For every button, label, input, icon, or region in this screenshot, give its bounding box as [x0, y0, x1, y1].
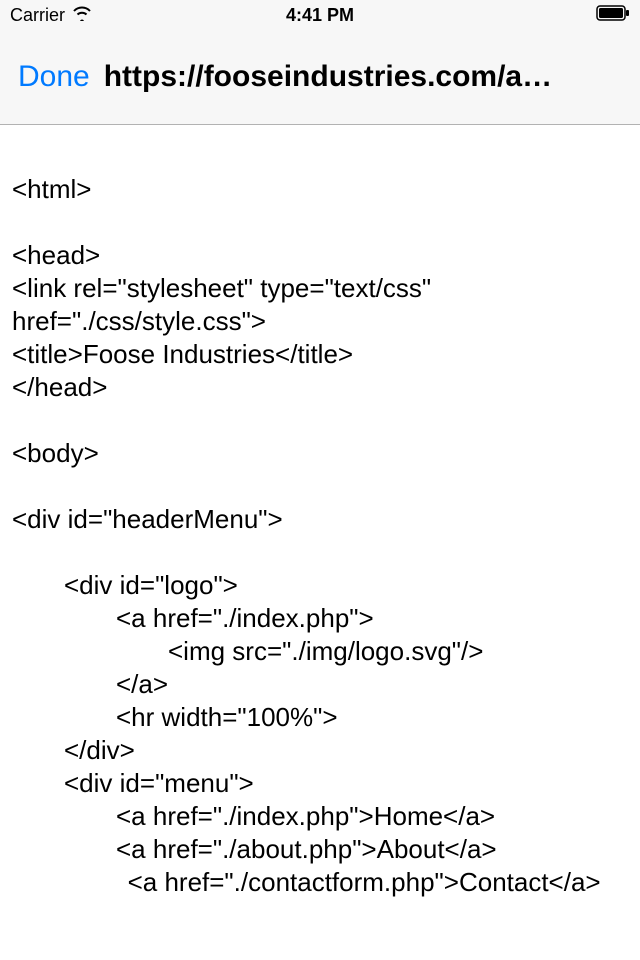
source-line: <title>Foose Industries</title>: [12, 338, 628, 371]
done-button[interactable]: Done: [18, 60, 90, 94]
blank-line: [12, 470, 628, 503]
source-line: <img src="./img/logo.svg"/>: [12, 635, 628, 668]
source-line: </a>: [12, 668, 628, 701]
source-line: <hr width="100%">: [12, 701, 628, 734]
browser-nav-bar: Done https://fooseindustries.com/a…: [0, 30, 640, 125]
blank-line: [12, 536, 628, 569]
source-line: <a href="./contactform.php">Contact</a>: [12, 866, 628, 899]
wifi-icon: [71, 5, 93, 26]
source-line: <div id="logo">: [12, 569, 628, 602]
source-line: </div>: [12, 734, 628, 767]
source-line: <a href="./index.php">Home</a>: [12, 800, 628, 833]
status-right: [596, 5, 630, 26]
source-line: <html>: [12, 173, 628, 206]
source-line: <a href="./index.php">: [12, 602, 628, 635]
battery-icon: [596, 5, 630, 26]
carrier-label: Carrier: [10, 5, 65, 26]
status-bar: Carrier 4:41 PM: [0, 0, 640, 30]
blank-line: [12, 404, 628, 437]
source-line: <link rel="stylesheet" type="text/css" h…: [12, 272, 628, 338]
source-line: <body>: [12, 437, 628, 470]
blank-line: [12, 206, 628, 239]
source-line: </head>: [12, 371, 628, 404]
page-content[interactable]: <html> <head><link rel="stylesheet" type=…: [0, 125, 640, 960]
url-display[interactable]: https://fooseindustries.com/a…: [104, 60, 622, 94]
status-time: 4:41 PM: [286, 5, 354, 26]
status-left: Carrier: [10, 5, 93, 26]
source-line: <head>: [12, 239, 628, 272]
source-line: <div id="menu">: [12, 767, 628, 800]
source-line: <div id="headerMenu">: [12, 503, 628, 536]
source-line: <a href="./about.php">About</a>: [12, 833, 628, 866]
